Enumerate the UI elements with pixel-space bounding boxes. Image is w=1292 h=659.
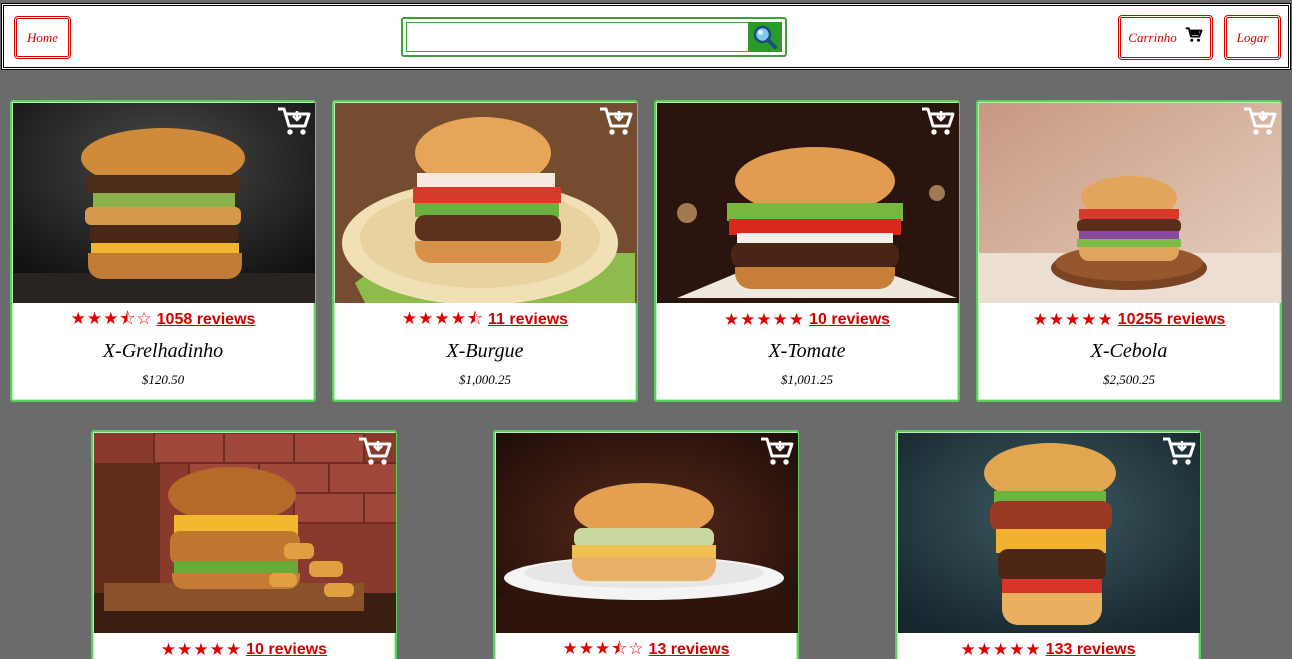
product-image <box>898 433 1200 633</box>
rating-row: ★★★⯪☆ 13 reviews <box>495 639 797 659</box>
star-rating: ★★★★★ <box>1032 310 1114 330</box>
star-rating: ★★★★⯪ <box>401 308 484 329</box>
top-navbar: Home Carrinho Logar <box>1 3 1291 70</box>
product-price: $1,001.25 <box>781 372 833 387</box>
star-rating: ★★★★★ <box>160 640 243 659</box>
search-button[interactable] <box>748 22 782 52</box>
star-rating: ★★★⯪☆ <box>562 638 645 659</box>
add-to-cart-icon[interactable] <box>277 105 311 137</box>
rating-row: ★★★★★ 133 reviews <box>897 639 1199 659</box>
add-to-cart-icon[interactable] <box>358 435 392 467</box>
star-rating: ★★★★★ <box>723 310 806 330</box>
login-button[interactable]: Logar <box>1224 15 1281 60</box>
star-rating: ★★★★★ <box>960 640 1042 659</box>
product-image <box>657 103 959 303</box>
login-label: Logar <box>1236 29 1269 45</box>
home-label: Home <box>26 29 59 45</box>
magnifier-icon <box>753 25 777 49</box>
search-bar <box>401 17 787 57</box>
product-price: $2,500.25 <box>1103 372 1155 387</box>
product-card[interactable]: ★★★⯪☆ 1058 reviews X-Grelhadinho $120.50 <box>10 100 316 402</box>
rating-row: ★★★★★ 10 reviews <box>656 309 958 331</box>
reviews-link[interactable]: 10255 reviews <box>1118 311 1226 329</box>
product-image <box>13 103 315 303</box>
product-card[interactable]: ★★★⯪☆ 13 reviews <box>493 430 799 659</box>
reviews-link[interactable]: 11 reviews <box>488 311 568 329</box>
add-to-cart-icon[interactable] <box>1243 105 1277 137</box>
product-price: $120.50 <box>141 372 185 387</box>
add-to-cart-icon[interactable] <box>760 435 794 467</box>
add-to-cart-icon[interactable] <box>1162 435 1196 467</box>
reviews-link[interactable]: 10 reviews <box>809 311 890 329</box>
cart-button[interactable]: Carrinho <box>1118 15 1213 60</box>
rating-row: ★★★★★ 10255 reviews <box>978 309 1280 331</box>
add-to-cart-icon[interactable] <box>599 105 633 137</box>
product-card[interactable]: ★★★★★ 10 reviews X-Tomate $1,001.25 <box>654 100 960 402</box>
product-card[interactable]: ★★★★★ 10 reviews <box>91 430 397 659</box>
product-card[interactable]: ★★★★★ 133 reviews <box>895 430 1201 659</box>
reviews-link[interactable]: 1058 reviews <box>157 311 256 329</box>
home-button[interactable]: Home <box>14 16 71 59</box>
reviews-link[interactable]: 13 reviews <box>649 641 730 659</box>
add-to-cart-icon[interactable] <box>921 105 955 137</box>
reviews-link[interactable]: 10 reviews <box>246 641 327 659</box>
star-rating: ★★★⯪☆ <box>70 308 153 329</box>
product-card[interactable]: ★★★★★ 10255 reviews X-Cebola $2,500.25 <box>976 100 1282 402</box>
product-name: X-Grelhadinho <box>102 340 224 362</box>
product-image <box>979 103 1281 303</box>
product-name: X-Cebola <box>1090 340 1168 362</box>
product-card[interactable]: ★★★★⯪ 11 reviews X-Burgue $1,000.25 <box>332 100 638 402</box>
rating-row: ★★★★⯪ 11 reviews <box>334 309 636 331</box>
product-image <box>496 433 798 633</box>
product-name: X-Tomate <box>768 340 846 362</box>
product-image <box>335 103 637 303</box>
product-price: $1,000.25 <box>459 372 511 387</box>
search-input[interactable] <box>406 22 748 52</box>
reviews-link[interactable]: 133 reviews <box>1046 641 1136 659</box>
product-name: X-Burgue <box>446 340 524 362</box>
product-image <box>94 433 396 633</box>
rating-row: ★★★★★ 10 reviews <box>93 639 395 659</box>
cart-label: Carrinho <box>1128 29 1177 45</box>
cart-icon <box>1185 26 1203 42</box>
rating-row: ★★★⯪☆ 1058 reviews <box>12 309 314 331</box>
